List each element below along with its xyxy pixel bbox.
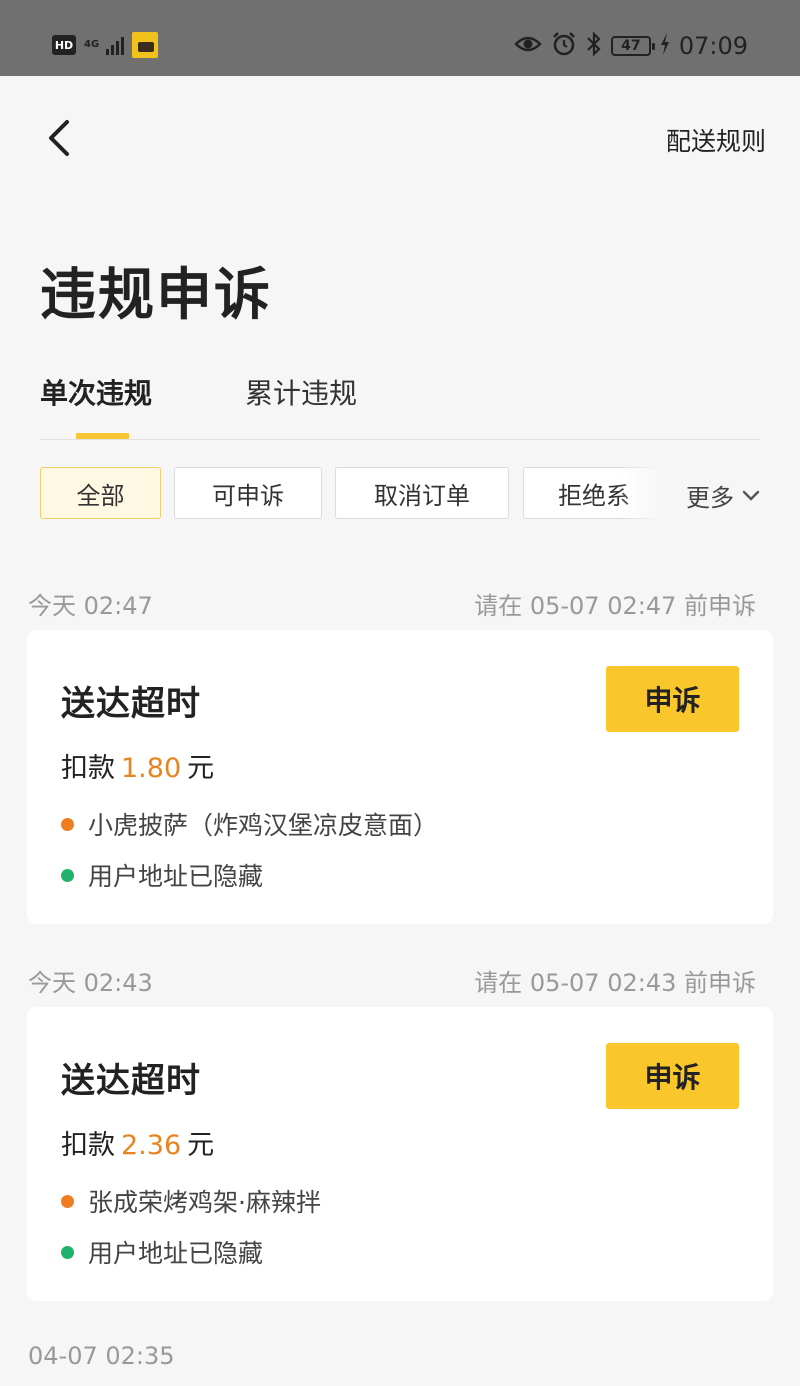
record-header: 04-07 02:35 bbox=[28, 1342, 756, 1370]
appeal-button[interactable]: 申诉 bbox=[606, 666, 739, 732]
shop-info: 小虎披萨（炸鸡汉堡凉皮意面） bbox=[61, 806, 438, 842]
address-text: 用户地址已隐藏 bbox=[88, 1239, 264, 1268]
charging-icon bbox=[660, 33, 670, 59]
shop-dot-icon bbox=[61, 1194, 74, 1208]
app-notification-icon bbox=[132, 32, 158, 58]
shop-dot-icon bbox=[61, 817, 74, 831]
address-dot-icon bbox=[61, 1245, 74, 1259]
appeal-button[interactable]: 申诉 bbox=[606, 1043, 739, 1109]
deduction-amount: 1.80 bbox=[121, 753, 182, 784]
tab-single-violation[interactable]: 单次违规 bbox=[40, 372, 152, 412]
hd-badge: HD bbox=[52, 35, 76, 55]
record-header: 今天 02:43 请在 05-07 02:43 前申诉 bbox=[28, 963, 756, 998]
eye-icon bbox=[514, 34, 542, 58]
appeal-deadline: 请在 05-07 02:47 前申诉 bbox=[474, 592, 756, 620]
more-label: 更多 bbox=[686, 484, 734, 512]
filter-chips: 全部 可申诉 取消订单 拒绝系 bbox=[40, 467, 660, 519]
filter-chip-all[interactable]: 全部 bbox=[40, 467, 161, 519]
shop-info: 张成荣烤鸡架·麻辣拌 bbox=[61, 1183, 321, 1219]
address-dot-icon bbox=[61, 868, 74, 882]
signal-icon bbox=[106, 35, 124, 55]
deduction-label: 扣款 bbox=[61, 1130, 115, 1161]
deduction: 扣款 1.80 元 bbox=[61, 746, 214, 785]
violation-card[interactable]: 送达超时 申诉 扣款 2.36 元 张成荣烤鸡架·麻辣拌 用户地址已隐藏 bbox=[27, 1007, 773, 1301]
chevron-left-icon bbox=[49, 120, 69, 156]
filter-chip-appealable[interactable]: 可申诉 bbox=[174, 467, 322, 519]
battery-indicator: 47 bbox=[610, 36, 655, 56]
deduction-label: 扣款 bbox=[61, 753, 115, 784]
status-right: 47 07:09 bbox=[514, 30, 748, 62]
violation-type: 送达超时 bbox=[61, 1061, 201, 1101]
deduction: 扣款 2.36 元 bbox=[61, 1123, 214, 1162]
chevron-down-icon bbox=[742, 490, 760, 501]
record-time: 04-07 02:35 bbox=[28, 1342, 175, 1370]
shop-name: 张成荣烤鸡架·麻辣拌 bbox=[88, 1188, 321, 1217]
shop-name: 小虎披萨（炸鸡汉堡凉皮意面） bbox=[88, 811, 439, 840]
more-filters-button[interactable]: 更多 bbox=[686, 478, 760, 513]
record-header: 今天 02:47 请在 05-07 02:47 前申诉 bbox=[28, 586, 756, 621]
back-button[interactable] bbox=[38, 118, 78, 158]
status-bar: HD 4G 47 07:09 bbox=[0, 0, 800, 76]
tab-bar: 单次违规 累计违规 bbox=[40, 366, 760, 440]
record-time: 今天 02:43 bbox=[28, 969, 153, 997]
deduction-unit: 元 bbox=[187, 1130, 215, 1161]
delivery-rules-link[interactable]: 配送规则 bbox=[666, 122, 766, 158]
address-text: 用户地址已隐藏 bbox=[88, 862, 264, 891]
violation-type: 送达超时 bbox=[61, 684, 201, 724]
appeal-deadline: 请在 05-07 02:43 前申诉 bbox=[474, 969, 756, 997]
bluetooth-icon bbox=[586, 31, 602, 61]
tab-cumulative-violation[interactable]: 累计违规 bbox=[245, 372, 357, 412]
filter-fade bbox=[620, 460, 660, 530]
address-info: 用户地址已隐藏 bbox=[61, 1234, 263, 1270]
clock: 07:09 bbox=[678, 32, 748, 60]
address-info: 用户地址已隐藏 bbox=[61, 857, 263, 893]
filter-chip-cancel-order[interactable]: 取消订单 bbox=[335, 467, 509, 519]
deduction-amount: 2.36 bbox=[121, 1130, 182, 1161]
active-tab-indicator bbox=[76, 433, 129, 439]
status-left: HD 4G bbox=[52, 30, 158, 60]
record-time: 今天 02:47 bbox=[28, 592, 153, 620]
network-type: 4G bbox=[84, 39, 100, 50]
deduction-unit: 元 bbox=[187, 753, 215, 784]
page-title: 违规申诉 bbox=[40, 263, 272, 328]
alarm-icon bbox=[551, 31, 577, 61]
violation-card[interactable]: 送达超时 申诉 扣款 1.80 元 小虎披萨（炸鸡汉堡凉皮意面） 用户地址已隐藏 bbox=[27, 630, 773, 924]
